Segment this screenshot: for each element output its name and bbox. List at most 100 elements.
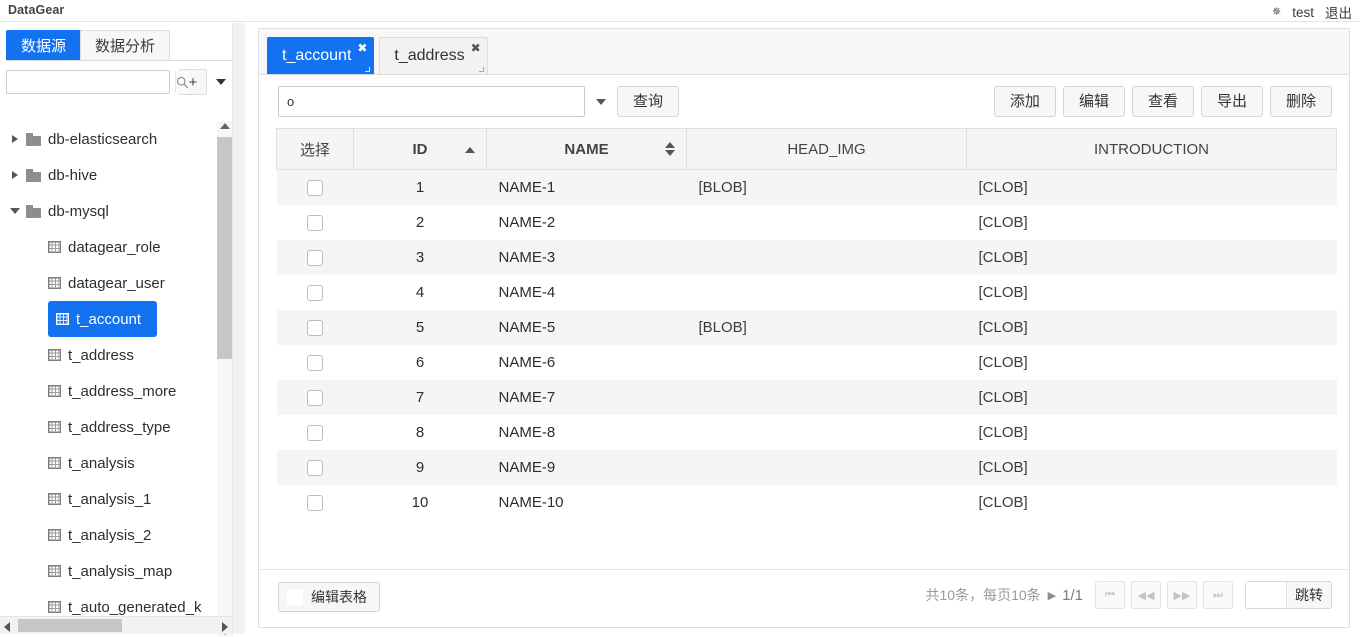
export-button[interactable]: 导出	[1201, 86, 1263, 117]
sidebar-tab-analysis[interactable]: 数据分析	[80, 30, 170, 61]
chevron-down-icon[interactable]	[216, 79, 226, 85]
edit-button[interactable]: 编辑	[1063, 86, 1125, 117]
row-checkbox[interactable]	[307, 425, 323, 441]
cell-introduction-value: [CLOB]	[979, 389, 1028, 406]
tab-t-address[interactable]: t_address ✖	[379, 37, 487, 74]
table-icon	[48, 385, 61, 397]
row-select-cell[interactable]	[277, 415, 354, 450]
sidebar-horizontal-scrollbar[interactable]	[0, 616, 232, 634]
sidebar-vertical-scroll-thumb[interactable]	[217, 137, 233, 359]
last-page-button[interactable]: ⏭	[1203, 581, 1233, 609]
column-header-name[interactable]: NAME	[487, 129, 687, 170]
page-jump-button[interactable]: 跳转	[1286, 582, 1331, 608]
table-toolbar: 查询 添加 编辑 查看 导出 删除	[259, 75, 1349, 127]
row-select-cell[interactable]	[277, 275, 354, 310]
row-select-cell[interactable]	[277, 380, 354, 415]
row-select-cell[interactable]	[277, 240, 354, 275]
row-checkbox[interactable]	[307, 460, 323, 476]
row-checkbox[interactable]	[307, 495, 323, 511]
table-row[interactable]: 5NAME-5[BLOB][CLOB]	[277, 310, 1337, 345]
close-icon[interactable]: ✖	[357, 42, 367, 54]
table-row[interactable]: 2NAME-2[CLOB]	[277, 205, 1337, 240]
row-checkbox[interactable]	[307, 390, 323, 406]
table-icon	[48, 421, 61, 433]
gear-icon[interactable]: ✵	[1272, 7, 1281, 18]
table-row[interactable]: 10NAME-10[CLOB]	[277, 485, 1337, 520]
row-select-cell[interactable]	[277, 205, 354, 240]
query-button[interactable]: 查询	[617, 86, 679, 117]
page-jump-input[interactable]	[1246, 582, 1286, 608]
row-select-cell[interactable]	[277, 450, 354, 485]
tree-node-datagear-role[interactable]: datagear_role	[0, 229, 232, 265]
tree-node-t-address-more[interactable]: t_address_more	[0, 373, 232, 409]
row-checkbox[interactable]	[307, 215, 323, 231]
tree-node-db-elasticsearch[interactable]: db-elasticsearch	[0, 121, 232, 157]
cell-introduction: [CLOB]	[967, 345, 1337, 380]
cell-introduction-value: [CLOB]	[979, 354, 1028, 371]
row-select-cell[interactable]	[277, 345, 354, 380]
tree-node-t-analysis-2[interactable]: t_analysis_2	[0, 517, 232, 553]
row-select-cell[interactable]	[277, 310, 354, 345]
column-header-head-img[interactable]: HEAD_IMG	[687, 129, 967, 170]
table-icon	[48, 565, 61, 577]
panel-splitter[interactable]	[232, 23, 245, 634]
sidebar-vertical-scrollbar[interactable]	[217, 121, 233, 637]
delete-button[interactable]: 删除	[1270, 86, 1332, 117]
prev-page-button[interactable]: ◀◀	[1131, 581, 1161, 609]
row-checkbox[interactable]	[307, 285, 323, 301]
edit-grid-button[interactable]: 编辑表格	[278, 582, 380, 612]
row-select-cell[interactable]	[277, 170, 354, 205]
chevron-right-icon[interactable]	[222, 622, 228, 632]
tree-node-datagear-user[interactable]: datagear_user	[0, 265, 232, 301]
column-header-select[interactable]: 选择	[277, 129, 354, 170]
table-row[interactable]: 9NAME-9[CLOB]	[277, 450, 1337, 485]
table-icon	[48, 601, 61, 613]
row-checkbox[interactable]	[307, 180, 323, 196]
search-icon[interactable]	[175, 71, 189, 93]
sidebar-search-input[interactable]	[12, 71, 175, 93]
cell-head-img-value: [BLOB]	[699, 319, 747, 336]
table-row[interactable]: 3NAME-3[CLOB]	[277, 240, 1337, 275]
column-header-id[interactable]: ID	[354, 129, 487, 170]
table-row[interactable]: 8NAME-8[CLOB]	[277, 415, 1337, 450]
sidebar-search-box[interactable]	[6, 70, 170, 94]
table-row[interactable]: 4NAME-4[CLOB]	[277, 275, 1337, 310]
column-header-introduction[interactable]: INTRODUCTION	[967, 129, 1337, 170]
table-row[interactable]: 6NAME-6[CLOB]	[277, 345, 1337, 380]
tab-t-account[interactable]: t_account ✖	[267, 37, 374, 74]
chevron-down-icon[interactable]	[596, 99, 606, 105]
datasource-tree[interactable]: db-elasticsearchdb-hivedb-mysqldatagear_…	[0, 121, 245, 637]
chevron-right-icon[interactable]	[4, 135, 26, 143]
tree-node-t-analysis-1[interactable]: t_analysis_1	[0, 481, 232, 517]
next-page-button[interactable]: ▶▶	[1167, 581, 1197, 609]
sidebar-horizontal-scroll-thumb[interactable]	[18, 619, 122, 632]
chevron-down-icon[interactable]	[4, 208, 26, 214]
sidebar-tab-datasource[interactable]: 数据源	[6, 30, 81, 61]
tree-node-t-address[interactable]: t_address	[0, 337, 232, 373]
first-page-button[interactable]: ⏮	[1095, 581, 1125, 609]
tree-node-db-mysql[interactable]: db-mysql	[0, 193, 232, 229]
chevron-up-icon[interactable]	[220, 123, 230, 129]
row-select-cell[interactable]	[277, 485, 354, 520]
folder-icon	[26, 169, 41, 182]
table-row[interactable]: 7NAME-7[CLOB]	[277, 380, 1337, 415]
tree-node-db-hive[interactable]: db-hive	[0, 157, 232, 193]
view-button[interactable]: 查看	[1132, 86, 1194, 117]
tree-node-t-analysis-map[interactable]: t_analysis_map	[0, 553, 232, 589]
query-input[interactable]	[278, 86, 585, 117]
row-checkbox[interactable]	[307, 355, 323, 371]
tree-node-t-account[interactable]: t_account	[48, 301, 157, 337]
logout-link[interactable]: 退出	[1325, 2, 1352, 22]
tree-node-t-address-type[interactable]: t_address_type	[0, 409, 232, 445]
chevron-right-icon[interactable]: ▶	[1048, 589, 1056, 602]
table-icon	[48, 241, 61, 253]
table-row[interactable]: 1NAME-1[BLOB][CLOB]	[277, 170, 1337, 205]
row-checkbox[interactable]	[307, 320, 323, 336]
chevron-left-icon[interactable]	[4, 622, 10, 632]
tree-node-t-analysis[interactable]: t_analysis	[0, 445, 232, 481]
tab-corner	[365, 67, 370, 72]
row-checkbox[interactable]	[307, 250, 323, 266]
chevron-right-icon[interactable]	[4, 171, 26, 179]
add-button[interactable]: 添加	[994, 86, 1056, 117]
close-icon[interactable]: ✖	[471, 42, 481, 54]
